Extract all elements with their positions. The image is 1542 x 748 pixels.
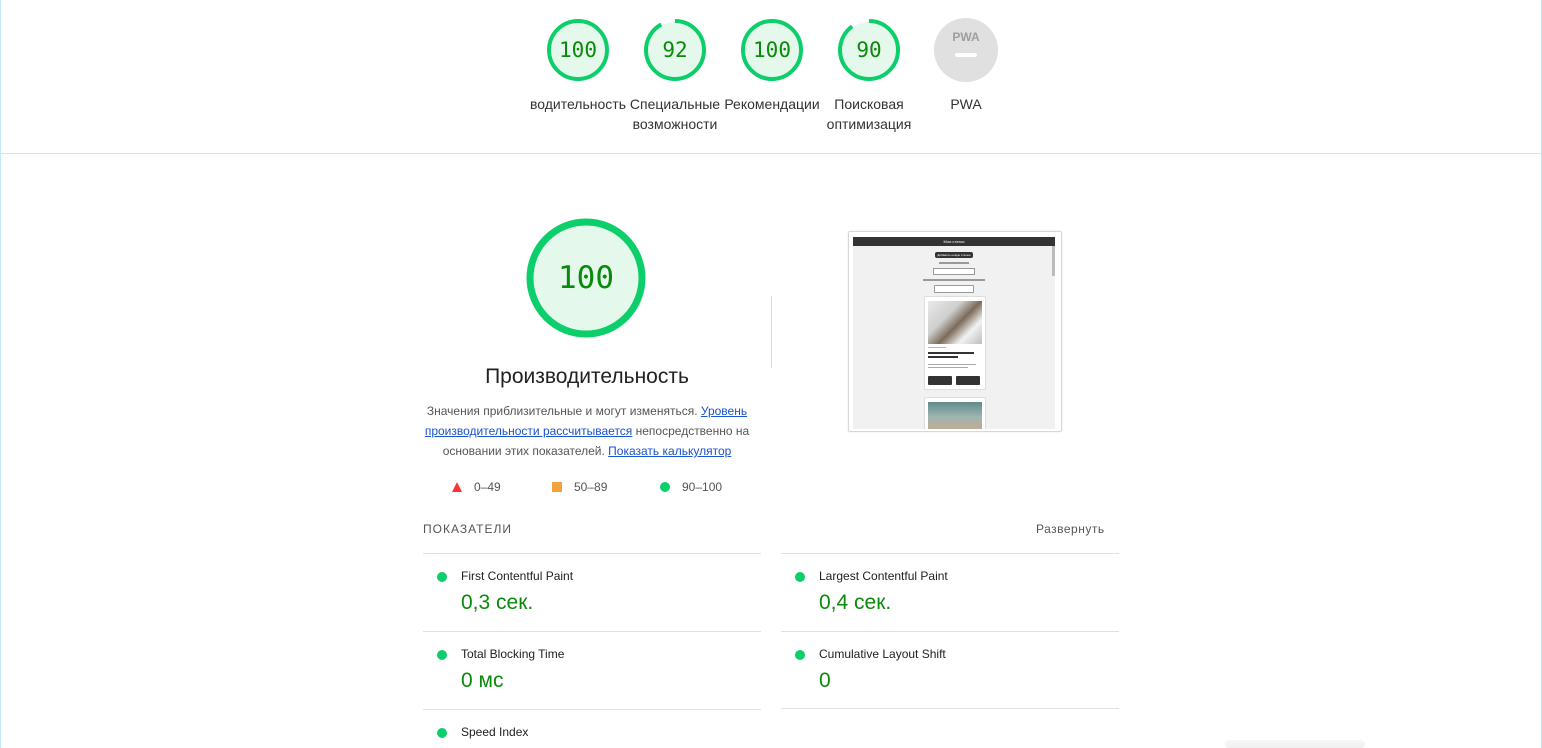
category-gauges: 100 Производительность 92 Специальные во… [0, 18, 1542, 148]
metric-value: 0 [819, 669, 831, 692]
screenshot-header: Мои статьи [853, 237, 1055, 246]
metric-fcp: First Contentful Paint 0,3 сек. [423, 554, 761, 632]
screenshot-text-line [928, 367, 968, 368]
floating-toolbar-edge [1225, 740, 1365, 748]
screenshot-image: Мои статьи Добавить новую статью [853, 237, 1055, 429]
circle-icon [660, 482, 670, 492]
legend-label: 90–100 [682, 480, 723, 494]
performance-gauge: 100 [525, 217, 647, 339]
screenshot-card [924, 296, 986, 390]
performance-description: Значения приблизительные и могут изменят… [420, 401, 754, 461]
pass-circle-icon [437, 572, 447, 582]
expand-toggle[interactable]: Развернуть [1036, 522, 1105, 536]
metric-value: 0,4 сек. [819, 591, 892, 614]
cat-photo [928, 402, 982, 429]
gauge-label: Производительность [530, 96, 626, 112]
pwa-dash-icon [955, 53, 977, 57]
score-legend: 0–49 50–89 90–100 [420, 478, 754, 496]
metrics-header: ПОКАЗАТЕЛИ [423, 522, 512, 536]
metric-divider [781, 708, 1119, 709]
metric-lcp: Largest Contentful Paint 0,4 сек. [781, 554, 1119, 632]
metric-value: 0,3 сек. [461, 591, 534, 614]
screenshot-select [933, 268, 975, 275]
performance-score: 100 [558, 260, 614, 296]
metric-name: Speed Index [461, 725, 529, 739]
desc-text: Значения приблизительные и могут изменят… [426, 404, 701, 418]
performance-title: Производительность [485, 365, 689, 388]
metric-name: Largest Contentful Paint [819, 569, 948, 583]
screenshot-input [934, 285, 974, 293]
square-icon [552, 482, 562, 492]
metric-name: First Contentful Paint [461, 569, 574, 583]
pass-circle-icon [437, 728, 447, 738]
pass-circle-icon [795, 650, 805, 660]
legend-label: 0–49 [474, 480, 501, 494]
vertical-separator [771, 296, 772, 368]
gauge-pwa[interactable]: PWA PWA [906, 18, 1026, 114]
legend-label: 50–89 [574, 480, 608, 494]
pass-circle-icon [795, 572, 805, 582]
pass-circle-icon [437, 650, 447, 660]
final-screenshot[interactable]: Мои статьи Добавить новую статью [848, 231, 1062, 432]
screenshot-scrollbar [1052, 246, 1055, 276]
metric-cls: Cumulative Layout Shift 0 [781, 632, 1119, 710]
screenshot-text-line [923, 279, 985, 281]
screenshot-text-line [928, 364, 976, 365]
screenshot-text-line [928, 347, 946, 348]
screenshot-card-button [928, 376, 952, 385]
metric-name: Cumulative Layout Shift [819, 647, 946, 661]
cat-photo [928, 301, 982, 344]
screenshot-text-line [939, 262, 969, 264]
pwa-badge-icon [934, 18, 998, 82]
gauge-label: PWA [950, 96, 982, 112]
triangle-icon [452, 482, 462, 492]
screenshot-card-title [928, 352, 978, 360]
section-divider [0, 153, 1542, 154]
metric-speed-index: Speed Index [423, 710, 761, 748]
screenshot-card [924, 397, 986, 429]
metric-tbt: Total Blocking Time 0 мс [423, 632, 761, 710]
metric-name: Total Blocking Time [461, 647, 565, 661]
metric-value: 0 мс [461, 669, 504, 692]
pwa-badge-text: PWA [952, 30, 980, 44]
screenshot-card-button [956, 376, 980, 385]
screenshot-button: Добавить новую статью [935, 252, 973, 258]
show-calculator-link[interactable]: Показать калькулятор [608, 444, 731, 458]
